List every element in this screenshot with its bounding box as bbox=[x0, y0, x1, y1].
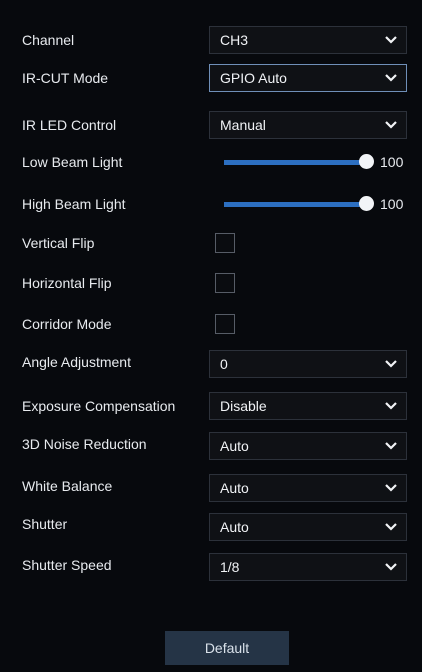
white-balance-value: Auto bbox=[220, 480, 249, 496]
shutter-speed-select[interactable]: 1/8 bbox=[209, 553, 407, 581]
channel-value: CH3 bbox=[220, 32, 249, 48]
shutter-label: Shutter bbox=[22, 516, 68, 532]
corridor-mode-row: Corridor Mode bbox=[0, 305, 422, 343]
shutter-speed-row: Shutter Speed 1/8 bbox=[0, 546, 422, 584]
low-beam-light-slider[interactable] bbox=[224, 143, 374, 181]
white-balance-select[interactable]: Auto bbox=[209, 474, 407, 502]
ir-cut-mode-label: IR-CUT Mode bbox=[22, 70, 109, 86]
angle-adjustment-label: Angle Adjustment bbox=[22, 354, 131, 370]
shutter-value: Auto bbox=[220, 519, 249, 535]
noise-reduction-row: 3D Noise Reduction Auto bbox=[0, 425, 422, 463]
slider-fill bbox=[224, 202, 366, 207]
shutter-row: Shutter Auto bbox=[0, 505, 422, 543]
exposure-compensation-row: Exposure Compensation Disable bbox=[0, 387, 422, 425]
chevron-down-icon bbox=[385, 563, 397, 571]
horizontal-flip-label: Horizontal Flip bbox=[22, 275, 112, 291]
exposure-compensation-select[interactable]: Disable bbox=[209, 392, 407, 420]
slider-thumb[interactable] bbox=[359, 154, 374, 169]
chevron-down-icon bbox=[385, 402, 397, 410]
low-beam-light-label: Low Beam Light bbox=[22, 154, 123, 170]
shutter-speed-label: Shutter Speed bbox=[22, 557, 112, 573]
chevron-down-icon bbox=[385, 121, 397, 129]
low-beam-light-row: Low Beam Light 100 bbox=[0, 143, 422, 181]
high-beam-light-slider[interactable] bbox=[224, 185, 374, 223]
ir-led-control-label: IR LED Control bbox=[22, 117, 117, 133]
channel-row: Channel CH3 bbox=[0, 21, 422, 59]
ir-cut-mode-select[interactable]: GPIO Auto bbox=[209, 64, 407, 92]
chevron-down-icon bbox=[385, 36, 397, 44]
high-beam-light-value: 100 bbox=[380, 196, 404, 212]
angle-adjustment-value: 0 bbox=[220, 356, 228, 372]
white-balance-label: White Balance bbox=[22, 478, 113, 494]
vertical-flip-checkbox[interactable] bbox=[215, 233, 235, 253]
chevron-down-icon bbox=[385, 360, 397, 368]
chevron-down-icon bbox=[385, 484, 397, 492]
default-button[interactable]: Default bbox=[165, 631, 289, 665]
noise-reduction-select[interactable]: Auto bbox=[209, 432, 407, 460]
noise-reduction-value: Auto bbox=[220, 438, 249, 454]
image-settings-panel: Channel CH3 IR-CUT Mode GPIO Auto IR LED… bbox=[0, 0, 422, 672]
shutter-select[interactable]: Auto bbox=[209, 513, 407, 541]
ir-led-control-row: IR LED Control Manual bbox=[0, 106, 422, 144]
chevron-down-icon bbox=[385, 523, 397, 531]
slider-fill bbox=[224, 160, 366, 165]
chevron-down-icon bbox=[385, 442, 397, 450]
exposure-compensation-value: Disable bbox=[220, 398, 267, 414]
chevron-down-icon bbox=[385, 74, 397, 82]
ir-led-control-select[interactable]: Manual bbox=[209, 111, 407, 139]
corridor-mode-label: Corridor Mode bbox=[22, 316, 112, 332]
ir-led-control-value: Manual bbox=[220, 117, 266, 133]
channel-label: Channel bbox=[22, 32, 75, 48]
angle-adjustment-row: Angle Adjustment 0 bbox=[0, 343, 422, 381]
corridor-mode-checkbox[interactable] bbox=[215, 314, 235, 334]
horizontal-flip-checkbox[interactable] bbox=[215, 273, 235, 293]
white-balance-row: White Balance Auto bbox=[0, 467, 422, 505]
vertical-flip-row: Vertical Flip bbox=[0, 224, 422, 262]
low-beam-light-value: 100 bbox=[380, 154, 404, 170]
noise-reduction-label: 3D Noise Reduction bbox=[22, 436, 147, 452]
shutter-speed-value: 1/8 bbox=[220, 559, 240, 575]
angle-adjustment-select[interactable]: 0 bbox=[209, 350, 407, 378]
high-beam-light-label: High Beam Light bbox=[22, 196, 126, 212]
ir-cut-mode-value: GPIO Auto bbox=[220, 70, 287, 86]
exposure-compensation-label: Exposure Compensation bbox=[22, 398, 176, 414]
vertical-flip-label: Vertical Flip bbox=[22, 235, 95, 251]
channel-select[interactable]: CH3 bbox=[209, 26, 407, 54]
horizontal-flip-row: Horizontal Flip bbox=[0, 264, 422, 302]
slider-thumb[interactable] bbox=[359, 196, 374, 211]
high-beam-light-row: High Beam Light 100 bbox=[0, 185, 422, 223]
ir-cut-mode-row: IR-CUT Mode GPIO Auto bbox=[0, 59, 422, 97]
